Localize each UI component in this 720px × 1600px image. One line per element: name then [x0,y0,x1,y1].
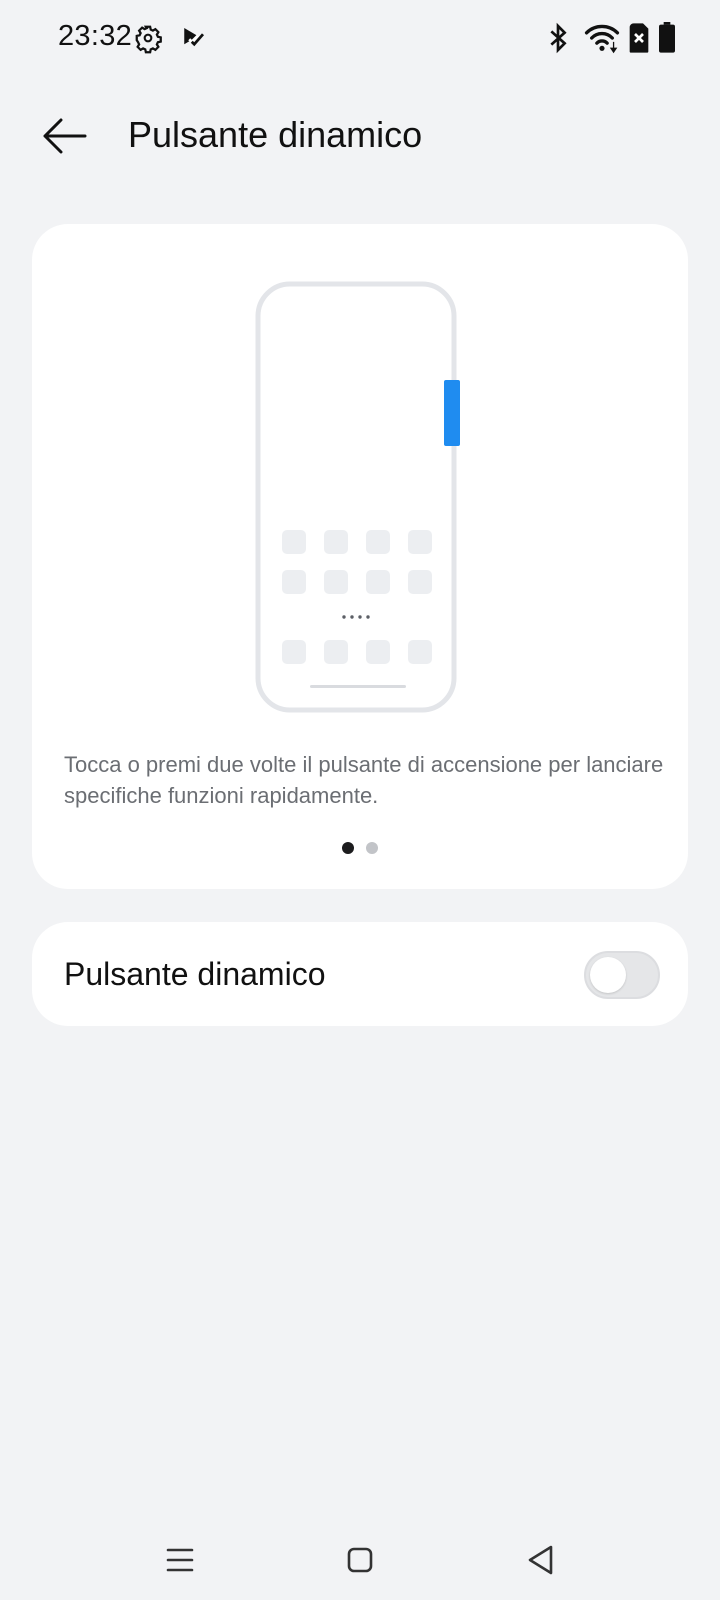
sim-error-icon [628,22,650,59]
menu-icon [166,1548,194,1572]
dynamic-button-label: Pulsante dinamico [64,956,326,992]
play-check-icon [178,22,208,59]
dynamic-button-toggle[interactable] [584,951,660,999]
screen: 23:32 Pulsante dinamico Tocca o premi du… [0,0,720,1600]
illustration-description: Tocca o premi due volte il pulsante di a… [64,752,664,808]
page-dot-2[interactable] [366,842,378,854]
bluetooth-icon [548,22,568,59]
home-indicator [310,685,406,688]
recent-apps-button[interactable] [150,1530,210,1590]
dynamic-button-setting-row[interactable]: Pulsante dinamico [32,922,688,1026]
battery-icon [659,22,675,59]
home-button[interactable] [330,1530,390,1590]
gear-icon [133,22,163,59]
power-button-highlight [444,380,460,446]
wifi-icon [584,22,620,59]
navigation-bar [0,1520,720,1600]
home-square-icon [347,1547,373,1573]
status-time: 23:32 [58,20,133,52]
status-bar: 23:32 [0,0,720,80]
page-title: Pulsante dinamico [128,114,423,155]
page-dot-1[interactable] [342,842,354,854]
toggle-knob [590,957,626,993]
illustration-card[interactable]: Tocca o premi due volte il pulsante di a… [32,224,688,889]
phone-illustration [255,281,460,713]
arrow-left-icon [43,118,87,154]
back-triangle-icon [528,1545,553,1575]
back-button[interactable] [36,108,92,164]
page-dots [32,842,688,854]
back-nav-button[interactable] [510,1530,570,1590]
